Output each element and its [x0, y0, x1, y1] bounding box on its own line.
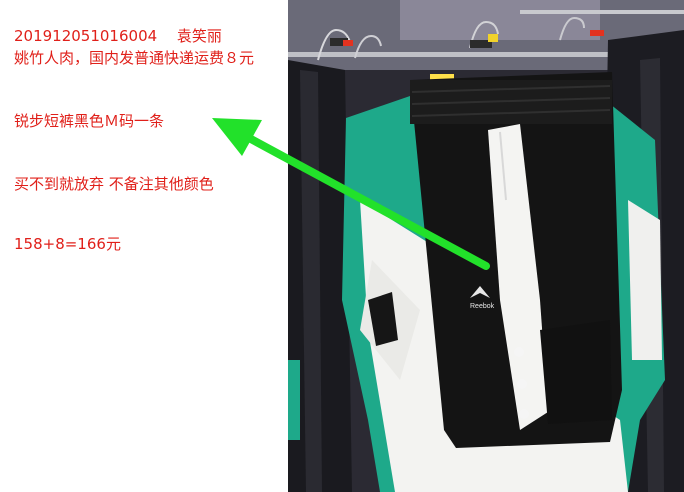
- item-description-line: 锐步短裤黑色Ｍ码一条: [14, 112, 165, 130]
- remark-line: 买不到就放弃 不备注其他颜色: [14, 175, 214, 193]
- price-line: 158+8=166元: [14, 235, 121, 253]
- annotation-panel: 201912051016004 袁笑丽 姚竹人肉，国内发普通快递运费８元 锐步短…: [0, 0, 288, 492]
- product-photo: Reebok: [288, 0, 684, 492]
- snap-button: [517, 379, 527, 389]
- reebok-logo-text: Reebok: [470, 303, 495, 310]
- snap-button: [514, 347, 524, 357]
- order-info-line: 201912051016004 袁笑丽: [14, 27, 222, 45]
- shipping-info-line: 姚竹人肉，国内发普通快递运费８元: [14, 49, 255, 67]
- snap-button: [519, 409, 529, 419]
